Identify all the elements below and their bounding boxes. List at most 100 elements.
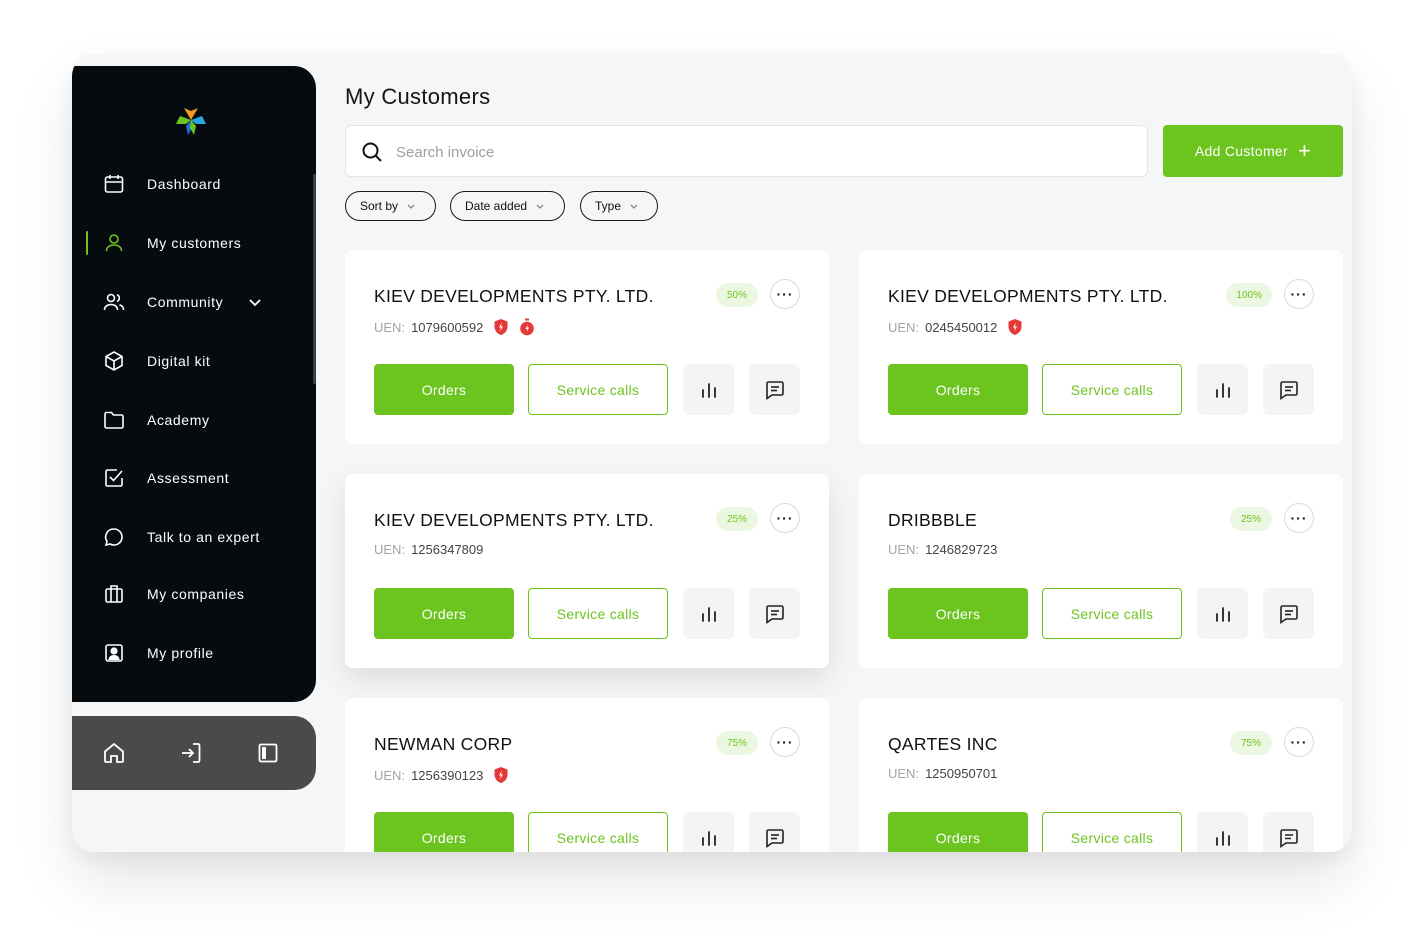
panel-icon[interactable] — [255, 740, 281, 766]
date-added-filter[interactable]: Date added — [450, 191, 565, 221]
orders-button[interactable]: Orders — [374, 364, 514, 415]
more-options-button[interactable]: ··· — [1284, 279, 1314, 309]
sidebar-item-label: My companies — [147, 586, 245, 602]
stats-button[interactable] — [1197, 812, 1248, 852]
filter-label: Sort by — [360, 199, 399, 213]
sidebar-item-label: Academy — [147, 412, 210, 428]
message-icon — [765, 604, 784, 624]
active-indicator — [86, 231, 88, 255]
sidebar-bottom-bar — [72, 716, 316, 790]
sidebar-item-label: Dashboard — [147, 176, 221, 192]
sidebar-item-academy[interactable]: Academy — [72, 400, 316, 440]
customer-card: KIEV DEVELOPMENTS PTY. LTD. UEN: 1079600… — [345, 250, 829, 444]
customer-uen: UEN: 1256390123 — [374, 766, 509, 784]
uen-label: UEN: — [888, 319, 920, 335]
more-options-button[interactable]: ··· — [1284, 727, 1314, 757]
search-input[interactable] — [396, 138, 1096, 166]
type-filter[interactable]: Type — [580, 191, 658, 221]
message-icon — [1279, 828, 1298, 848]
home-icon[interactable] — [101, 740, 127, 766]
stats-button[interactable] — [1197, 364, 1248, 415]
message-button[interactable] — [749, 812, 800, 852]
sidebar-item-label: My profile — [147, 645, 214, 661]
bar-chart-icon — [1215, 830, 1230, 846]
customer-card: NEWMAN CORP UEN: 1256390123 75% ··· Orde… — [345, 698, 829, 852]
progress-badge: 75% — [1230, 731, 1272, 755]
message-button[interactable] — [749, 364, 800, 415]
sidebar-item-label: Talk to an expert — [147, 529, 260, 545]
customer-uen: UEN: 1256347809 — [374, 542, 483, 557]
profile-card-icon — [102, 641, 126, 665]
message-icon — [1279, 380, 1298, 400]
sidebar-item-assessment[interactable]: Assessment — [72, 458, 316, 498]
message-button[interactable] — [1263, 364, 1314, 415]
sort-by-filter[interactable]: Sort by — [345, 191, 436, 221]
message-button[interactable] — [1263, 588, 1314, 639]
filter-label: Type — [595, 199, 622, 213]
add-customer-button[interactable]: Add Customer + — [1163, 125, 1343, 177]
bar-chart-icon — [701, 606, 716, 622]
orders-button[interactable]: Orders — [888, 364, 1028, 415]
uen-label: UEN: — [888, 766, 920, 781]
user-icon — [102, 231, 126, 255]
message-button[interactable] — [1263, 812, 1314, 852]
customer-card: QARTES INC UEN: 1250950701 75% ··· Order… — [859, 698, 1343, 852]
stats-button[interactable] — [683, 588, 734, 639]
bar-chart-icon — [1215, 382, 1230, 398]
chevron-down-icon — [630, 204, 638, 209]
service-calls-button[interactable]: Service calls — [1042, 588, 1182, 639]
sidebar-item-community[interactable]: Community — [72, 282, 316, 322]
login-icon[interactable] — [178, 740, 204, 766]
message-icon — [765, 380, 784, 400]
sidebar-item-dashboard[interactable]: Dashboard — [72, 164, 316, 204]
service-calls-button[interactable]: Service calls — [528, 364, 668, 415]
sidebar-item-talk-to-an-expert[interactable]: Talk to an expert — [72, 517, 316, 557]
bar-chart-icon — [1215, 606, 1230, 622]
service-calls-button[interactable]: Service calls — [528, 812, 668, 852]
orders-button[interactable]: Orders — [888, 588, 1028, 639]
uen-number: 1246829723 — [925, 542, 998, 557]
uen-number: 0245450012 — [925, 319, 998, 335]
orders-button[interactable]: Orders — [888, 812, 1028, 852]
orders-button[interactable]: Orders — [374, 812, 514, 852]
more-options-button[interactable]: ··· — [1284, 503, 1314, 533]
uen-number: 1250950701 — [925, 766, 998, 781]
service-calls-button[interactable]: Service calls — [1042, 812, 1182, 852]
customer-card: KIEV DEVELOPMENTS PTY. LTD. UEN: 0245450… — [859, 250, 1343, 444]
stats-button[interactable] — [1197, 588, 1248, 639]
sidebar-item-label: My customers — [147, 235, 242, 251]
stats-button[interactable] — [683, 812, 734, 852]
uen-label: UEN: — [374, 767, 406, 783]
more-options-button[interactable]: ··· — [770, 727, 800, 757]
calendar-icon — [102, 172, 126, 196]
bar-chart-icon — [701, 830, 716, 846]
message-button[interactable] — [749, 588, 800, 639]
folder-icon — [102, 408, 126, 432]
sidebar-item-my-customers[interactable]: My customers — [72, 223, 316, 263]
sidebar-item-my-companies[interactable]: My companies — [72, 574, 316, 614]
uen-label: UEN: — [888, 542, 920, 557]
progress-badge: 25% — [1230, 507, 1272, 531]
chevron-down-icon[interactable] — [246, 293, 264, 311]
service-calls-button[interactable]: Service calls — [1042, 364, 1182, 415]
stats-button[interactable] — [683, 364, 734, 415]
sidebar-item-my-profile[interactable]: My profile — [72, 633, 316, 673]
more-options-button[interactable]: ··· — [770, 503, 800, 533]
filter-label: Date added — [465, 199, 528, 213]
shield-alert-icon — [1008, 319, 1022, 335]
orders-button[interactable]: Orders — [374, 588, 514, 639]
customer-uen: UEN: 1250950701 — [888, 766, 997, 781]
sidebar: Dashboard My customers Community Digital… — [72, 66, 316, 702]
checkbox-icon — [102, 466, 126, 490]
search-bar — [345, 125, 1148, 177]
service-calls-button[interactable]: Service calls — [528, 588, 668, 639]
chevron-down-icon — [407, 204, 415, 209]
sidebar-item-digital-kit[interactable]: Digital kit — [72, 341, 316, 381]
progress-badge: 100% — [1226, 283, 1272, 307]
progress-badge: 75% — [716, 731, 758, 755]
search-icon — [360, 140, 384, 164]
add-customer-label: Add Customer — [1194, 143, 1288, 159]
page-title: My Customers — [345, 84, 491, 109]
more-options-button[interactable]: ··· — [770, 279, 800, 309]
shield-alert-icon — [494, 767, 508, 783]
